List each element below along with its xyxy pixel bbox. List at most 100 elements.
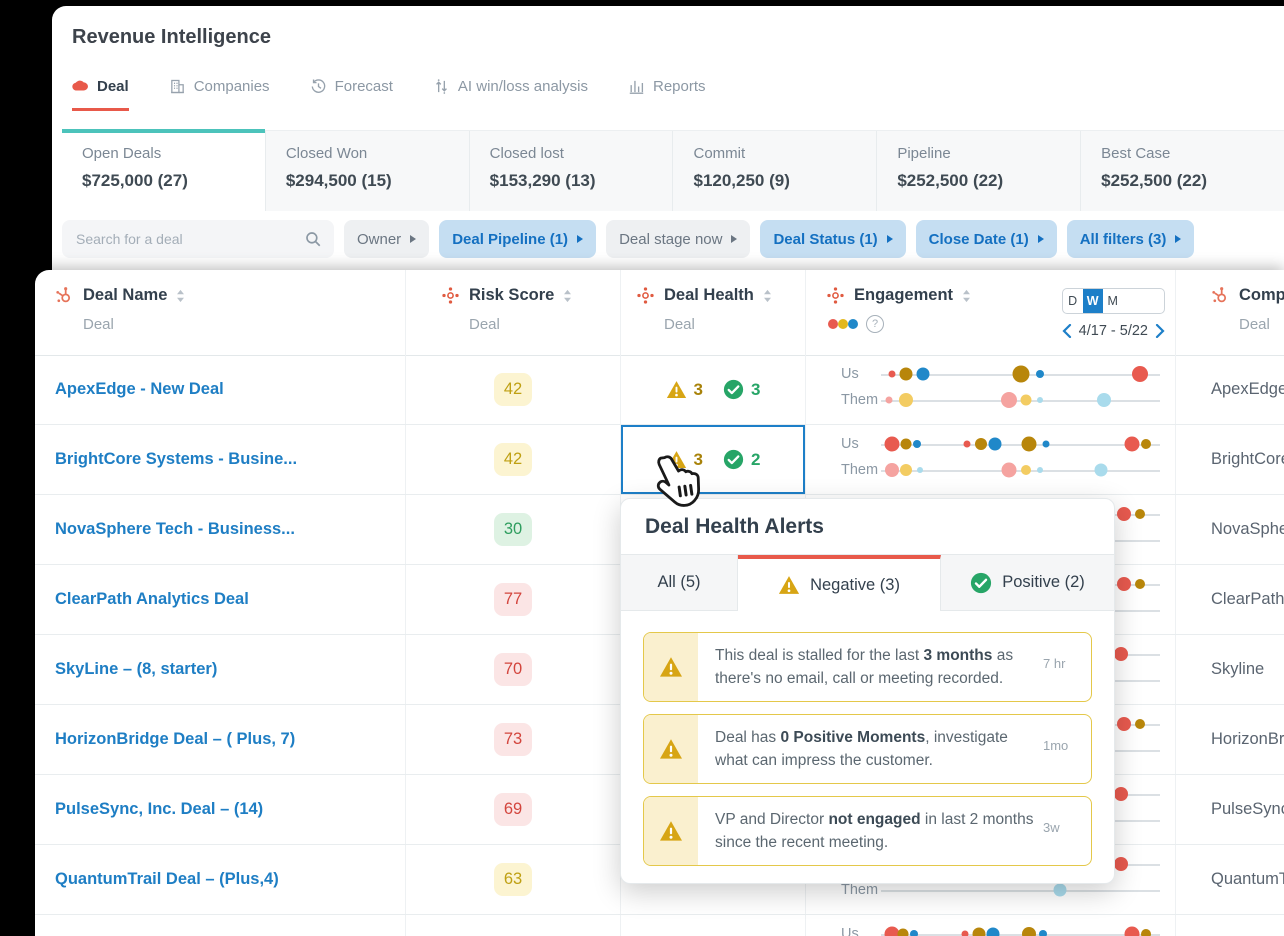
column-header-risk-score[interactable]: Risk Score Deal xyxy=(405,270,620,355)
deal-name-link[interactable] xyxy=(35,915,405,936)
column-header-deal-health[interactable]: Deal Health Deal xyxy=(620,270,805,355)
engagement-dot[interactable] xyxy=(1113,857,1128,871)
engagement-dot[interactable] xyxy=(900,464,913,476)
engagement-dot[interactable] xyxy=(1020,394,1032,406)
deal-name-link[interactable]: NovaSphere Tech - Business... xyxy=(35,495,405,564)
engagement-dot[interactable] xyxy=(888,370,896,378)
engagement-dot[interactable] xyxy=(1037,397,1044,403)
prev-period-icon[interactable] xyxy=(1062,324,1072,338)
engagement-dot[interactable] xyxy=(1001,462,1017,478)
engagement-dot[interactable] xyxy=(897,928,909,936)
filter-chip-deal-stage-now[interactable]: Deal stage now xyxy=(606,220,751,258)
search-box[interactable] xyxy=(62,220,334,258)
engagement-dot[interactable] xyxy=(972,927,986,936)
engagement-dot[interactable] xyxy=(885,463,900,477)
deal-name-link[interactable]: BrightCore Systems - Busine... xyxy=(35,425,405,494)
nav-tab-deal[interactable]: Deal xyxy=(72,78,129,111)
summary-card-commit[interactable]: Commit $120,250 (9) xyxy=(672,131,876,211)
engagement-dot[interactable] xyxy=(1124,436,1140,452)
engagement-dot[interactable] xyxy=(885,396,893,404)
engagement-dot[interactable] xyxy=(1116,577,1131,591)
engagement-dot[interactable] xyxy=(899,393,914,407)
engagement-dot[interactable] xyxy=(1135,579,1146,589)
engagement-dot[interactable] xyxy=(988,437,1002,451)
engagement-dot[interactable] xyxy=(986,927,1000,936)
filter-chip-deal-status-1-[interactable]: Deal Status (1) xyxy=(760,220,906,258)
sort-icon[interactable] xyxy=(962,289,971,303)
filter-chip-deal-pipeline-1-[interactable]: Deal Pipeline (1) xyxy=(439,220,597,258)
summary-card-closed-won[interactable]: Closed Won $294,500 (15) xyxy=(264,131,469,211)
period-option-d[interactable]: D xyxy=(1063,289,1083,313)
popup-tab-all-5-[interactable]: All (5) xyxy=(621,555,738,611)
summary-card-best-case[interactable]: Best Case $252,500 (22) xyxy=(1080,131,1284,211)
engagement-dot[interactable] xyxy=(916,367,930,381)
engagement-dot[interactable] xyxy=(884,436,900,452)
engagement-dot[interactable] xyxy=(1141,929,1152,936)
deal-name-link[interactable]: ClearPath Analytics Deal xyxy=(35,565,405,634)
engagement-dot[interactable] xyxy=(1094,463,1108,477)
engagement-dot[interactable] xyxy=(1036,370,1045,378)
alert-item[interactable]: Deal has 0 Positive Moments, investigate… xyxy=(643,714,1092,784)
search-input[interactable] xyxy=(74,230,304,248)
engagement-dot[interactable] xyxy=(1124,926,1140,936)
popup-tab-positive-2-[interactable]: Positive (2) xyxy=(941,555,1114,611)
engagement-dot[interactable] xyxy=(1021,465,1032,475)
column-header-deal-name[interactable]: Deal Name Deal xyxy=(35,270,405,355)
help-icon[interactable]: ? xyxy=(866,315,884,333)
engagement-dot[interactable] xyxy=(1021,436,1037,452)
engagement-dot[interactable] xyxy=(1132,366,1149,382)
sort-icon[interactable] xyxy=(176,289,185,303)
engagement-dot[interactable] xyxy=(1135,719,1146,729)
nav-tab-companies[interactable]: Companies xyxy=(169,78,270,111)
engagement-dot[interactable] xyxy=(900,438,912,450)
deal-name-link[interactable]: QuantumTrail Deal – (Plus,4) xyxy=(35,845,405,914)
company-name: QuantumTrail xyxy=(1175,845,1284,914)
engagement-dot[interactable] xyxy=(1097,393,1112,407)
nav-tab-forecast[interactable]: Forecast xyxy=(310,78,393,111)
engagement-dot[interactable] xyxy=(1116,717,1131,731)
filter-chip-all-filters-3-[interactable]: All filters (3) xyxy=(1066,220,1195,258)
engagement-dot[interactable] xyxy=(1012,365,1029,383)
deal-name-link[interactable]: ApexEdge - New Deal xyxy=(35,355,405,424)
period-toggle[interactable]: DWM xyxy=(1061,288,1165,314)
engagement-dot[interactable] xyxy=(1135,509,1146,519)
engagement-dot[interactable] xyxy=(1141,439,1152,449)
summary-card-closed-lost[interactable]: Closed lost $153,290 (13) xyxy=(468,131,673,211)
deal-health-cell[interactable] xyxy=(620,915,805,936)
engagement-dot[interactable] xyxy=(1042,440,1050,448)
period-option-m[interactable]: M xyxy=(1103,289,1123,313)
engagement-dot[interactable] xyxy=(961,930,969,936)
next-period-icon[interactable] xyxy=(1155,324,1165,338)
nav-tab-reports[interactable]: Reports xyxy=(628,78,706,111)
sort-icon[interactable] xyxy=(763,289,772,303)
summary-card-open-deals[interactable]: Open Deals $725,000 (27) xyxy=(62,129,265,211)
deal-health-cell[interactable]: 33 xyxy=(620,355,805,424)
period-option-w[interactable]: W xyxy=(1082,289,1103,313)
deal-name-link[interactable]: SkyLine – (8, starter) xyxy=(35,635,405,704)
engagement-dot[interactable] xyxy=(899,367,913,381)
alert-item[interactable]: VP and Director not engaged in last 2 mo… xyxy=(643,796,1092,866)
engagement-dot[interactable] xyxy=(1113,647,1128,661)
engagement-dot[interactable] xyxy=(910,930,919,936)
summary-card-pipeline[interactable]: Pipeline $252,500 (22) xyxy=(876,131,1080,211)
deal-name-link[interactable]: HorizonBridge Deal – ( Plus, 7) xyxy=(35,705,405,774)
engagement-dot[interactable] xyxy=(1001,392,1018,408)
engagement-dot[interactable] xyxy=(1038,930,1047,936)
filter-chip-owner[interactable]: Owner xyxy=(344,220,430,258)
engagement-dot[interactable] xyxy=(917,467,924,473)
engagement-dot[interactable] xyxy=(1116,507,1131,521)
engagement-dot[interactable] xyxy=(1113,787,1128,801)
column-header-company[interactable]: Company Deal xyxy=(1175,270,1284,355)
nav-tab-ai-win-loss-analysis[interactable]: AI win/loss analysis xyxy=(433,78,588,111)
engagement-dot[interactable] xyxy=(975,438,988,450)
popup-tab-negative-3-[interactable]: Negative (3) xyxy=(738,555,941,611)
alert-item[interactable]: This deal is stalled for the last 3 mont… xyxy=(643,632,1092,702)
sort-icon[interactable] xyxy=(563,289,572,303)
engagement-dot[interactable] xyxy=(913,440,922,448)
filter-chip-close-date-1-[interactable]: Close Date (1) xyxy=(915,220,1057,258)
engagement-dot[interactable] xyxy=(963,440,971,448)
column-header-engagement[interactable]: Engagement ? DWM 4/17 - 5/22 xyxy=(805,270,1175,355)
deal-name-link[interactable]: PulseSync, Inc. Deal – (14) xyxy=(35,775,405,844)
engagement-dot[interactable] xyxy=(1037,467,1044,473)
engagement-dot[interactable] xyxy=(1021,927,1036,936)
